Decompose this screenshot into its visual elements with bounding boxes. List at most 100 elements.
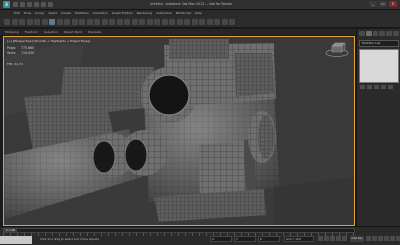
angle-snap-icon[interactable] [131,19,138,25]
previous-frame-icon[interactable] [324,236,329,241]
named-selection-icon[interactable] [154,19,160,25]
viewport-navigation [366,236,400,241]
reference-coordinate-icon[interactable] [101,19,108,25]
menu-group[interactable]: Group [35,10,44,17]
redo-icon[interactable] [41,2,46,7]
close-button[interactable]: ✕ [389,1,397,7]
rotate-icon[interactable] [86,19,93,25]
zoom-all-icon[interactable] [372,236,377,241]
menu-create[interactable]: Create [61,10,71,17]
menu-help[interactable]: Help [195,10,202,17]
viewport-statistics: Polys: 773,660 Verts: 719,920 [7,46,34,56]
render-setup-icon[interactable] [214,19,220,25]
move-icon[interactable] [79,19,85,25]
app-logo-icon[interactable]: 3 [3,1,10,8]
rendered-frame-icon[interactable] [221,19,228,25]
window-title: Untitled - Autodesk 3ds Max 2013 — Not f… [150,2,232,6]
redo-tool-icon[interactable] [11,19,18,25]
maxscript-listener[interactable] [0,236,32,244]
play-icon[interactable] [330,236,335,241]
field-of-view-icon[interactable] [384,236,389,241]
y-coordinate-field[interactable]: Y: [234,236,256,242]
render-production-icon[interactable] [229,19,235,25]
command-panel: Modifier List [356,29,400,226]
stack-buttons [360,85,398,89]
select-object-icon[interactable] [49,19,55,25]
material-editor-icon[interactable] [206,19,213,25]
snap-toggle-icon[interactable] [124,19,130,25]
viewport-label[interactable]: [+] [Perspective] [Smooth + Highlights +… [7,39,90,43]
percent-snap-icon[interactable] [139,19,145,25]
menu-rendering[interactable]: Rendering [137,10,152,17]
open-file-icon[interactable] [20,2,25,7]
tab-populate[interactable]: Populate [88,29,101,35]
menu-modifiers[interactable]: Modifiers [75,10,89,17]
pin-stack-icon[interactable] [360,85,365,89]
time-slider-frame[interactable]: 0 / 100 [4,229,18,232]
hierarchy-tab-icon[interactable] [372,31,379,36]
maximize-button[interactable]: ▭ [379,1,387,7]
menu-graph-editors[interactable]: Graph Editors [112,10,133,17]
make-unique-icon[interactable] [374,85,379,89]
unlink-icon[interactable] [26,19,33,25]
utilities-tab-icon[interactable] [393,31,399,36]
minimize-button[interactable]: _ [369,1,377,7]
display-tab-icon[interactable] [386,31,393,36]
modify-tab-icon[interactable] [365,31,372,36]
fps-readout: FPS: 24.31 [7,62,23,66]
tab-object-paint[interactable]: Object Paint [64,29,82,35]
pan-icon[interactable] [390,236,395,241]
orbit-icon[interactable] [396,236,400,241]
align-icon[interactable] [169,19,175,25]
perspective-viewport[interactable]: [+] [Perspective] [Smooth + Highlights +… [3,36,355,226]
window-crossing-icon[interactable] [71,19,78,25]
scale-icon[interactable] [94,19,100,25]
configure-sets-icon[interactable] [388,85,393,89]
z-coordinate-field[interactable]: Z: [258,236,280,242]
new-file-icon[interactable] [13,2,18,7]
prompt-line: Click and drag to select and move object… [40,237,99,241]
mirror-icon[interactable] [161,19,168,25]
go-to-start-icon[interactable] [318,236,323,241]
zoom-extents-icon[interactable] [378,236,383,241]
x-coordinate-field[interactable]: X: [210,236,232,242]
project-folder-icon[interactable] [48,2,53,7]
curve-editor-icon[interactable] [191,19,198,25]
remove-modifier-icon[interactable] [381,85,386,89]
modifier-stack[interactable] [359,49,399,83]
motion-tab-icon[interactable] [379,31,386,36]
menu-customize[interactable]: Customize [156,10,172,17]
zoom-icon[interactable] [366,236,371,241]
rectangular-selection-icon[interactable] [64,19,70,25]
menu-views[interactable]: Views [48,10,57,17]
go-to-end-icon[interactable] [342,236,347,241]
tab-selection[interactable]: Selection [44,29,58,35]
selection-filter-icon[interactable] [41,19,48,25]
menu-tools[interactable]: Tools [24,10,31,17]
mechanical-model [4,39,354,225]
undo-tool-icon[interactable] [4,19,10,25]
undo-icon[interactable] [34,2,39,7]
menu-edit[interactable]: Edit [14,10,20,17]
tab-freeform[interactable]: Freeform [25,29,38,35]
layer-manager-icon[interactable] [176,19,183,25]
auto-key-button[interactable]: Auto Key [350,236,364,242]
spinner-snap-icon[interactable] [146,19,153,25]
select-by-name-icon[interactable] [56,19,63,25]
create-tab-icon[interactable] [359,31,365,36]
next-frame-icon[interactable] [336,236,341,241]
viewcube-icon[interactable] [324,40,350,58]
save-file-icon[interactable] [27,2,32,7]
menu-maxscript[interactable]: MAXScript [176,10,191,17]
bind-spacewarp-icon[interactable] [34,19,40,25]
link-icon[interactable] [19,19,25,25]
select-manipulate-icon[interactable] [116,19,123,25]
pivot-center-icon[interactable] [109,19,115,25]
show-end-result-icon[interactable] [367,85,372,89]
modifier-list-dropdown[interactable]: Modifier List [359,40,399,47]
graphite-toggle-icon[interactable] [184,19,190,25]
menu-animation[interactable]: Animation [93,10,108,17]
schematic-view-icon[interactable] [199,19,205,25]
polys-value: 773,660 [21,46,35,50]
tab-modeling[interactable]: Modeling [5,29,19,35]
